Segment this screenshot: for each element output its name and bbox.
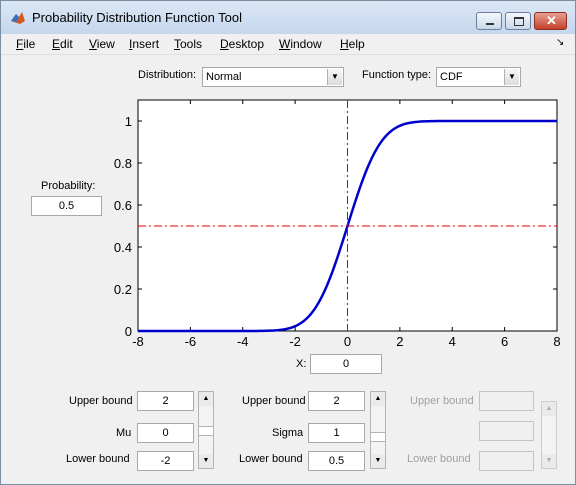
function-type-value: CDF [440, 71, 463, 83]
cdf-curve [138, 119, 557, 333]
y-tick-label: 0 [125, 324, 132, 339]
distribution-value: Normal [206, 71, 242, 83]
menu-file[interactable]: File [16, 37, 35, 51]
x-tick-label: 6 [501, 334, 508, 349]
chevron-down-icon: ▼ [327, 69, 342, 85]
dock-arrow-icon[interactable]: ↘ [556, 37, 564, 48]
p2-upper-label: Upper bound [242, 395, 306, 407]
p3-slider: ▲ ▼ [541, 401, 557, 469]
p1-upper-input[interactable]: 2 [137, 391, 194, 411]
p2-upper-input[interactable]: 2 [308, 391, 365, 411]
p2-value-input[interactable]: 1 [308, 423, 365, 443]
minimize-icon [486, 23, 494, 25]
menu-view[interactable]: View [89, 37, 115, 51]
p3-value-input [479, 421, 534, 441]
p3-lower-label: Lower bound [407, 453, 471, 465]
distribution-dropdown[interactable]: Normal ▼ [202, 67, 344, 87]
slider-up-icon: ▲ [542, 402, 556, 416]
y-tick-label: 1 [125, 114, 132, 129]
p3-lower-input [479, 451, 534, 471]
x-input[interactable]: 0 [310, 354, 382, 374]
x-tick-label: 4 [449, 334, 456, 349]
x-tick-label: -2 [289, 334, 301, 349]
menu-desktop[interactable]: Desktop [220, 37, 264, 51]
y-tick-label: 0.4 [114, 240, 132, 255]
p2-lower-label: Lower bound [239, 453, 303, 465]
y-tick-label: 0.6 [114, 198, 132, 213]
plot-area [137, 99, 558, 332]
y-tick-label: 0.2 [114, 282, 132, 297]
x-label: X: [296, 358, 307, 370]
slider-down-icon: ▼ [542, 454, 556, 468]
x-tick-label: 2 [396, 334, 403, 349]
function-type-label: Function type: [362, 69, 432, 81]
x-tick-label: 0 [344, 334, 351, 349]
slider-down-icon[interactable]: ▼ [199, 454, 213, 468]
p2-name-label: Sigma [272, 427, 304, 439]
p1-slider[interactable]: ▲ ▼ [198, 391, 214, 469]
probability-label: Probability: [41, 180, 96, 192]
menu-tools[interactable]: Tools [174, 37, 202, 51]
p1-lower-label: Lower bound [66, 453, 130, 465]
window-title: Probability Distribution Function Tool [32, 10, 243, 25]
distribution-label: Distribution: [138, 69, 197, 81]
slider-up-icon[interactable]: ▲ [199, 392, 213, 406]
menu-edit[interactable]: Edit [52, 37, 73, 51]
slider-thumb[interactable] [199, 426, 213, 436]
x-tick-label: -6 [185, 334, 197, 349]
p2-slider[interactable]: ▲ ▼ [370, 391, 386, 469]
y-tick-label: 0.8 [114, 156, 132, 171]
function-type-dropdown[interactable]: CDF ▼ [436, 67, 521, 87]
p3-upper-label: Upper bound [410, 395, 474, 407]
probability-input[interactable]: 0.5 [31, 196, 102, 216]
menu-insert[interactable]: Insert [129, 37, 159, 51]
p1-value-input[interactable]: 0 [137, 423, 194, 443]
maximize-button[interactable] [505, 12, 531, 30]
menu-help[interactable]: Help [340, 37, 365, 51]
menu-window[interactable]: Window [279, 37, 322, 51]
slider-down-icon[interactable]: ▼ [371, 454, 385, 468]
x-tick-label: -4 [237, 334, 249, 349]
x-tick-label: -8 [132, 334, 144, 349]
app-window: Probability Distribution Function Tool ✕… [0, 0, 576, 485]
p1-name-label: Mu [116, 427, 132, 439]
x-tick-label: 8 [553, 334, 560, 349]
p1-lower-input[interactable]: -2 [137, 451, 194, 471]
slider-thumb[interactable] [371, 432, 385, 442]
menu-bar: File Edit View Insert Tools Desktop Wind… [1, 34, 575, 55]
p3-upper-input [479, 391, 534, 411]
p2-lower-input[interactable]: 0.5 [308, 451, 365, 471]
close-button[interactable]: ✕ [534, 12, 567, 30]
slider-up-icon[interactable]: ▲ [371, 392, 385, 406]
minimize-button[interactable] [476, 12, 502, 30]
matlab-logo-icon [11, 12, 25, 24]
close-icon: ✕ [546, 13, 557, 28]
chevron-down-icon: ▼ [504, 69, 519, 85]
title-bar: Probability Distribution Function Tool ✕ [1, 1, 575, 34]
maximize-icon [514, 17, 524, 26]
p1-upper-label: Upper bound [69, 395, 133, 407]
